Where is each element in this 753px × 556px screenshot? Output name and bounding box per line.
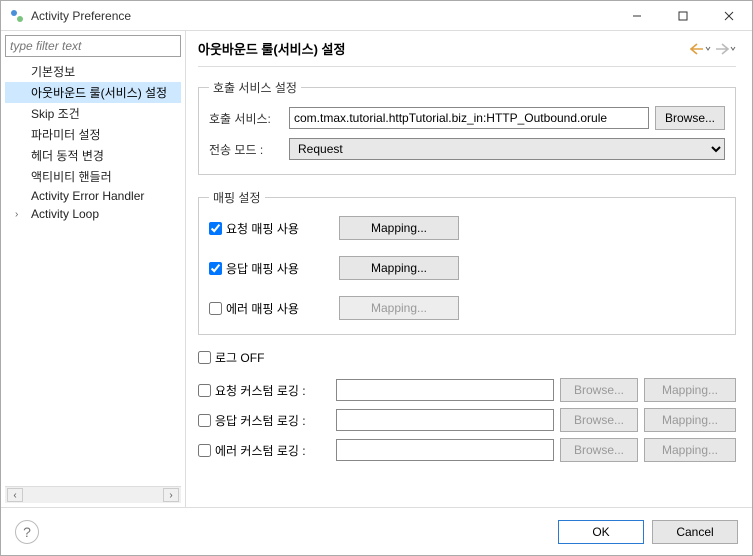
tree-item-skip-condition[interactable]: Skip 조건 bbox=[5, 103, 181, 124]
cancel-button[interactable]: Cancel bbox=[652, 520, 738, 544]
error-mapping-check[interactable]: 에러 매핑 사용 bbox=[209, 300, 329, 317]
log-off-check[interactable]: 로그 OFF bbox=[198, 349, 736, 366]
response-log-mapping-button: Mapping... bbox=[644, 408, 736, 432]
titlebar: Activity Preference bbox=[1, 1, 752, 31]
close-button[interactable] bbox=[706, 1, 752, 30]
tree-item-label: Activity Error Handler bbox=[31, 189, 144, 203]
request-log-browse-button: Browse... bbox=[560, 378, 638, 402]
preference-tree[interactable]: 기본정보 아웃바운드 룰(서비스) 설정 Skip 조건 파라미터 설정 헤더 … bbox=[5, 61, 181, 486]
error-log-check[interactable]: 에러 커스텀 로깅 : bbox=[198, 442, 330, 459]
request-log-checkbox[interactable] bbox=[198, 384, 211, 397]
response-log-checkbox[interactable] bbox=[198, 414, 211, 427]
log-row-response: 응답 커스텀 로깅 : Browse... Mapping... bbox=[198, 408, 736, 432]
log-off-checkbox[interactable] bbox=[198, 351, 211, 364]
request-mapping-button[interactable]: Mapping... bbox=[339, 216, 459, 240]
error-mapping-button: Mapping... bbox=[339, 296, 459, 320]
mapping-row-error: 에러 매핑 사용 Mapping... bbox=[209, 296, 725, 320]
tree-item-label: 액티비티 핸들러 bbox=[31, 170, 112, 184]
request-mapping-check[interactable]: 요청 매핑 사용 bbox=[209, 220, 329, 237]
tree-item-activity-loop[interactable]: › Activity Loop bbox=[5, 205, 181, 223]
response-log-check[interactable]: 응답 커스텀 로깅 : bbox=[198, 412, 330, 429]
mapping-fieldset: 매핑 설정 요청 매핑 사용 Mapping... 응답 매핑 사용 Mappi… bbox=[198, 189, 736, 335]
tree-item-header-dynamic-change[interactable]: 헤더 동적 변경 bbox=[5, 145, 181, 166]
sidebar-hscrollbar[interactable]: ‹ › bbox=[5, 486, 181, 503]
forward-button[interactable] bbox=[715, 43, 736, 55]
sidebar: 기본정보 아웃바운드 룰(서비스) 설정 Skip 조건 파라미터 설정 헤더 … bbox=[1, 31, 186, 507]
maximize-button[interactable] bbox=[660, 1, 706, 30]
tree-item-outbound-rule[interactable]: 아웃바운드 룰(서비스) 설정 bbox=[5, 82, 181, 103]
minimize-button[interactable] bbox=[614, 1, 660, 30]
transfer-mode-label: 전송 모드 : bbox=[209, 141, 283, 158]
call-service-legend: 호출 서비스 설정 bbox=[209, 79, 301, 96]
scroll-left-icon[interactable]: ‹ bbox=[7, 488, 23, 502]
response-mapping-button[interactable]: Mapping... bbox=[339, 256, 459, 280]
tree-item-label: Activity Loop bbox=[31, 207, 99, 221]
back-button[interactable] bbox=[690, 43, 711, 55]
error-log-mapping-button: Mapping... bbox=[644, 438, 736, 462]
mapping-legend: 매핑 설정 bbox=[209, 189, 265, 206]
response-mapping-checkbox[interactable] bbox=[209, 262, 222, 275]
mapping-row-request: 요청 매핑 사용 Mapping... bbox=[209, 216, 725, 240]
tree-item-label: 기본정보 bbox=[31, 65, 75, 79]
content-pane: 아웃바운드 룰(서비스) 설정 호출 서비스 설정 호출 서비스: Browse… bbox=[186, 31, 752, 507]
response-mapping-label: 응답 매핑 사용 bbox=[226, 260, 299, 277]
tree-item-label: 파라미터 설정 bbox=[31, 128, 101, 142]
error-log-checkbox[interactable] bbox=[198, 444, 211, 457]
request-mapping-label: 요청 매핑 사용 bbox=[226, 220, 299, 237]
log-row-request: 요청 커스텀 로깅 : Browse... Mapping... bbox=[198, 378, 736, 402]
window-title: Activity Preference bbox=[31, 9, 614, 23]
log-row-error: 에러 커스텀 로깅 : Browse... Mapping... bbox=[198, 438, 736, 462]
log-off-label: 로그 OFF bbox=[215, 349, 264, 366]
call-service-fieldset: 호출 서비스 설정 호출 서비스: Browse... 전송 모드 : Requ… bbox=[198, 79, 736, 175]
call-service-input[interactable] bbox=[289, 107, 649, 129]
mapping-row-response: 응답 매핑 사용 Mapping... bbox=[209, 256, 725, 280]
error-mapping-label: 에러 매핑 사용 bbox=[226, 300, 299, 317]
call-service-label: 호출 서비스: bbox=[209, 110, 283, 127]
app-icon bbox=[9, 8, 25, 24]
content-header: 아웃바운드 룰(서비스) 설정 bbox=[198, 39, 736, 67]
scroll-right-icon[interactable]: › bbox=[163, 488, 179, 502]
tree-item-label: 아웃바운드 룰(서비스) 설정 bbox=[31, 86, 167, 100]
tree-item-activity-error-handler[interactable]: Activity Error Handler bbox=[5, 187, 181, 205]
response-mapping-check[interactable]: 응답 매핑 사용 bbox=[209, 260, 329, 277]
main-area: 기본정보 아웃바운드 룰(서비스) 설정 Skip 조건 파라미터 설정 헤더 … bbox=[1, 31, 752, 507]
help-button[interactable]: ? bbox=[15, 520, 39, 544]
error-mapping-checkbox[interactable] bbox=[209, 302, 222, 315]
request-log-check[interactable]: 요청 커스텀 로깅 : bbox=[198, 382, 330, 399]
request-mapping-checkbox[interactable] bbox=[209, 222, 222, 235]
expand-icon[interactable]: › bbox=[15, 209, 25, 220]
error-log-label: 에러 커스텀 로깅 : bbox=[215, 442, 306, 459]
window-controls bbox=[614, 1, 752, 30]
filter-input[interactable] bbox=[5, 35, 181, 57]
error-log-input[interactable] bbox=[336, 439, 554, 461]
response-log-label: 응답 커스텀 로깅 : bbox=[215, 412, 306, 429]
tree-item-label: 헤더 동적 변경 bbox=[31, 149, 104, 163]
transfer-mode-select[interactable]: Request bbox=[289, 138, 725, 160]
response-log-browse-button: Browse... bbox=[560, 408, 638, 432]
tree-item-basic-info[interactable]: 기본정보 bbox=[5, 61, 181, 82]
request-log-input[interactable] bbox=[336, 379, 554, 401]
browse-service-button[interactable]: Browse... bbox=[655, 106, 725, 130]
footer: ? OK Cancel bbox=[1, 507, 752, 555]
tree-item-parameter-setting[interactable]: 파라미터 설정 bbox=[5, 124, 181, 145]
error-log-browse-button: Browse... bbox=[560, 438, 638, 462]
request-log-label: 요청 커스텀 로깅 : bbox=[215, 382, 306, 399]
tree-item-activity-handler[interactable]: 액티비티 핸들러 bbox=[5, 166, 181, 187]
response-log-input[interactable] bbox=[336, 409, 554, 431]
tree-item-label: Skip 조건 bbox=[31, 107, 80, 121]
nav-arrows bbox=[690, 43, 736, 55]
page-title: 아웃바운드 룰(서비스) 설정 bbox=[198, 39, 690, 58]
ok-button[interactable]: OK bbox=[558, 520, 644, 544]
request-log-mapping-button: Mapping... bbox=[644, 378, 736, 402]
